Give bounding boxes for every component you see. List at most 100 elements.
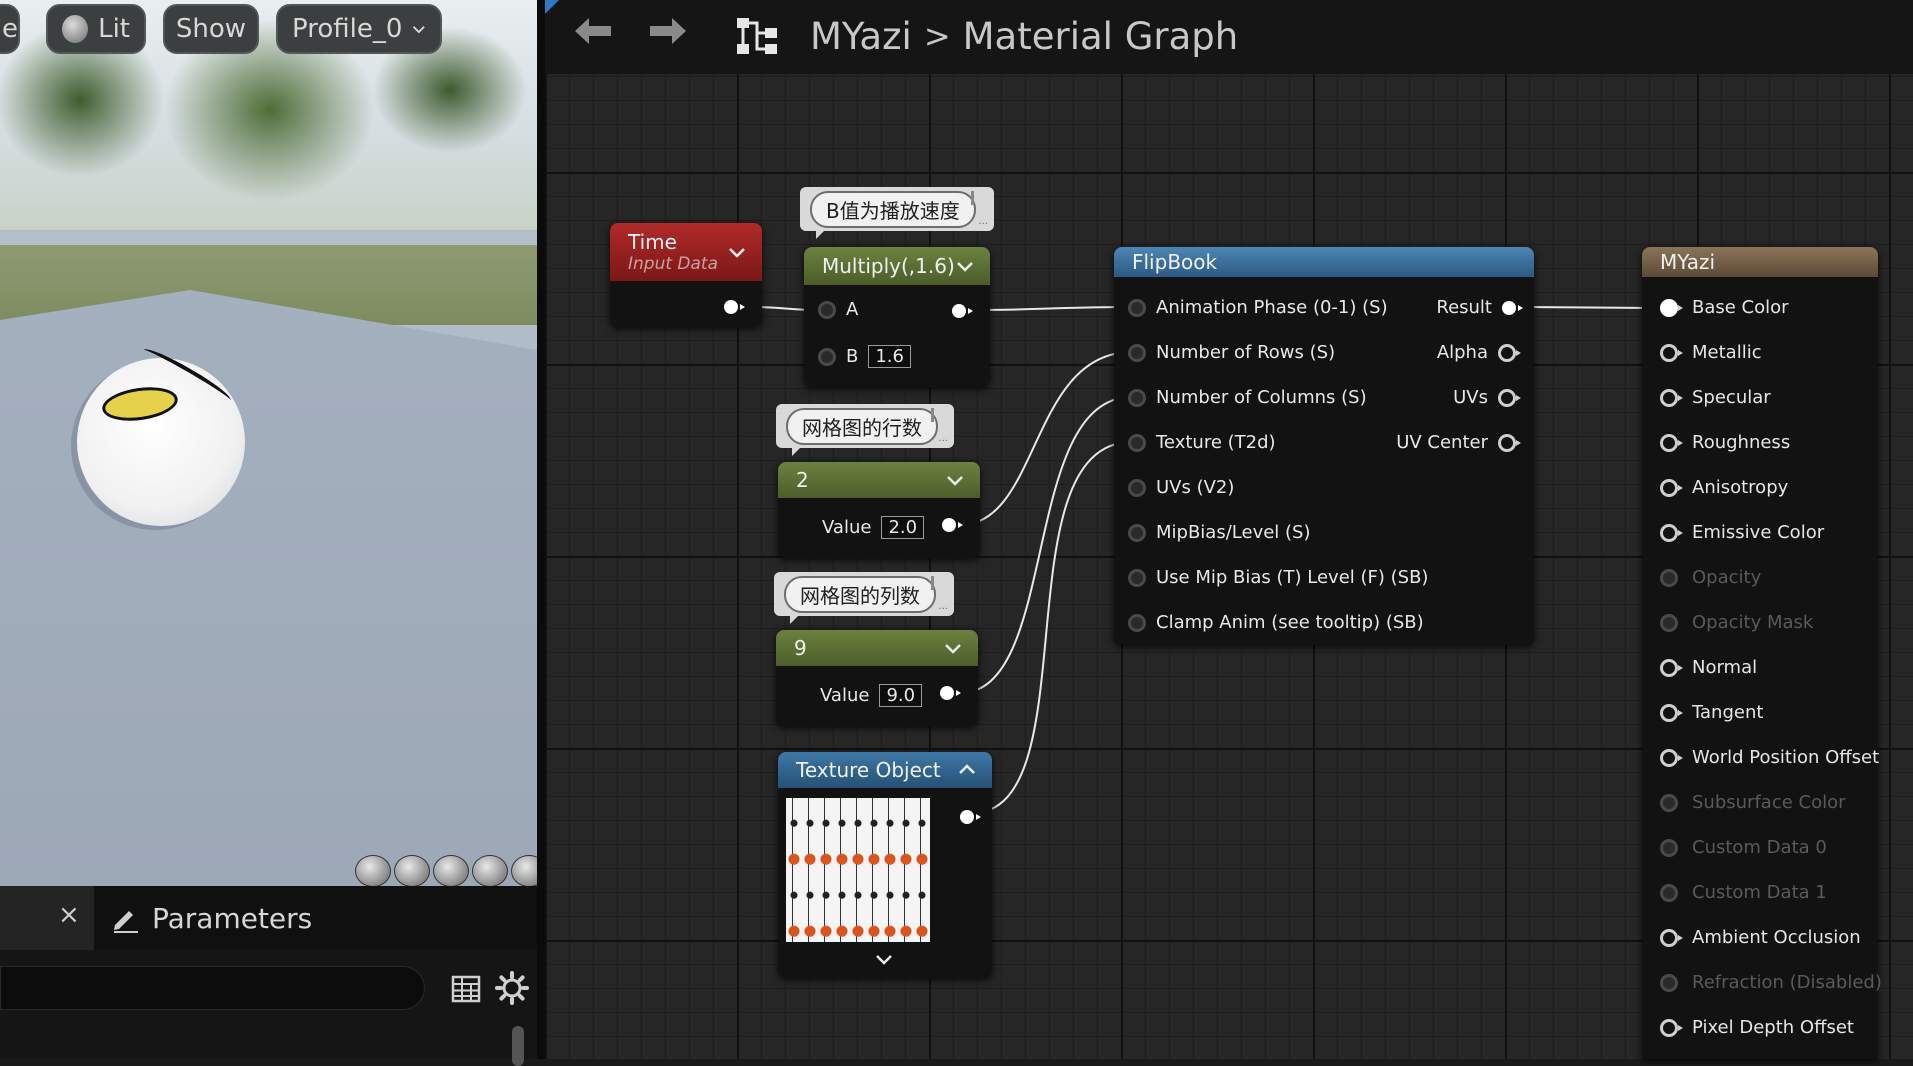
multiply-comment-bubble[interactable]: B值为播放速度 ... [800, 187, 994, 239]
time-output-pin[interactable] [724, 300, 745, 314]
parameters-scrollbar[interactable] [512, 1026, 524, 1066]
time-node[interactable]: Time Input Data [610, 223, 762, 327]
chevron-down-icon[interactable] [944, 469, 966, 491]
material-input-pin[interactable] [1660, 703, 1683, 722]
parameters-search-input[interactable] [1, 967, 448, 1009]
chevron-down-icon[interactable] [942, 637, 964, 659]
chevron-down-icon[interactable] [726, 241, 748, 263]
material-input-pin[interactable] [1660, 973, 1678, 992]
cylinder-preview-icon[interactable] [355, 855, 391, 886]
multiply-node[interactable]: Multiply(,1.6) A B 1.6 [804, 247, 990, 387]
material-input-pin[interactable] [1660, 838, 1678, 857]
flipbook-node[interactable]: FlipBook Animation Phase (0-1) (S) Number… [1114, 247, 1534, 645]
profile-label: Profile_0 [292, 14, 403, 44]
rows-value-label: Value [822, 517, 872, 538]
teapot-preview-icon[interactable] [511, 855, 537, 886]
multiply-comment-text: B值为播放速度 [810, 190, 976, 228]
plane-preview-icon[interactable] [433, 855, 469, 886]
material-input-pin[interactable] [1660, 343, 1683, 362]
flipbook-header[interactable]: FlipBook [1114, 247, 1534, 277]
material-input-pin[interactable] [1660, 748, 1683, 767]
forward-button[interactable] [645, 14, 691, 54]
texture-object-header[interactable]: Texture Object [778, 752, 992, 788]
texture-output-pin[interactable] [960, 810, 981, 824]
chevron-down-icon[interactable] [874, 952, 894, 968]
material-input-row: World Position Offset [1660, 747, 1879, 768]
flipbook-output-pin[interactable] [1502, 300, 1523, 315]
cols-value-field[interactable]: 9.0 [879, 684, 923, 707]
multiply-b-value-field[interactable]: 1.6 [868, 345, 911, 368]
tab-parameters[interactable]: Parameters [110, 886, 312, 950]
rows-comment-bubble[interactable]: 网格图的行数 ... [776, 404, 954, 456]
comment-more-icon[interactable]: ... [978, 216, 988, 227]
cols-constant-node[interactable]: 9 Value 9.0 [776, 630, 978, 726]
texture-object-node[interactable]: Texture Object [778, 752, 992, 978]
table-view-icon[interactable] [450, 973, 482, 1005]
material-input-row: Normal [1660, 657, 1757, 678]
profile-dropdown[interactable]: Profile_0 [276, 4, 442, 54]
multiply-input-a-label: A [846, 299, 859, 320]
material-input-pin[interactable] [1660, 928, 1683, 947]
flipbook-output-pin[interactable] [1498, 433, 1521, 452]
comment-more-icon[interactable]: ... [938, 601, 948, 612]
material-input-pin[interactable] [1660, 1018, 1683, 1037]
material-input-pin[interactable] [1660, 388, 1683, 407]
flipbook-input-pin[interactable] [1128, 613, 1146, 632]
material-input-pin[interactable] [1660, 433, 1683, 452]
material-input-row: Tangent [1660, 702, 1763, 723]
cols-constant-header[interactable]: 9 [776, 630, 978, 666]
flipbook-input-pin[interactable] [1128, 298, 1146, 317]
multiply-input-a-pin[interactable] [818, 300, 836, 319]
flipbook-input-pin[interactable] [1128, 388, 1146, 407]
cols-output-pin[interactable] [940, 686, 961, 700]
multiply-input-b-pin[interactable] [818, 347, 836, 366]
material-input-pin[interactable] [1660, 298, 1683, 317]
pin-icon[interactable] [971, 191, 988, 205]
material-preview-viewport[interactable]: e Lit Show Profile_0 [0, 0, 537, 886]
material-input-pin[interactable] [1660, 478, 1683, 497]
material-input-row: Emissive Color [1660, 522, 1824, 543]
rows-constant-node[interactable]: 2 Value 2.0 [778, 462, 980, 558]
rows-value-field[interactable]: 2.0 [881, 516, 925, 539]
material-input-pin[interactable] [1660, 883, 1678, 902]
material-result-header[interactable]: MYazi [1642, 247, 1878, 277]
material-input-pin[interactable] [1660, 793, 1678, 812]
flipbook-input-pin[interactable] [1128, 433, 1146, 452]
multiply-output-pin[interactable] [952, 304, 973, 318]
comment-more-icon[interactable]: ... [938, 433, 948, 444]
chevron-up-icon[interactable] [956, 759, 978, 781]
show-button[interactable]: Show [163, 4, 259, 54]
material-result-node[interactable]: MYazi Base Color Metallic Specular Roughnes… [1642, 247, 1882, 1059]
sphere-preview-icon[interactable] [394, 855, 430, 886]
material-input-pin[interactable] [1660, 658, 1683, 677]
rows-output-pin[interactable] [942, 518, 963, 532]
material-input-pin[interactable] [1660, 613, 1678, 632]
preview-sphere-beak [100, 382, 180, 426]
parameters-search-box[interactable] [0, 966, 448, 1010]
cube-preview-icon[interactable] [472, 855, 508, 886]
previous-tab[interactable]: × [0, 886, 94, 950]
breadcrumb-root[interactable]: MYazi [810, 15, 912, 58]
multiply-node-header[interactable]: Multiply(,1.6) [804, 247, 990, 285]
flipbook-output-pin[interactable] [1498, 343, 1521, 362]
material-input-label: Emissive Color [1692, 522, 1825, 543]
close-tab-icon[interactable]: × [58, 900, 80, 930]
time-node-header[interactable]: Time Input Data [610, 223, 762, 281]
pin-icon[interactable] [931, 576, 948, 590]
pin-icon[interactable] [931, 408, 948, 422]
material-input-pin[interactable] [1660, 568, 1678, 587]
flipbook-input-pin[interactable] [1128, 478, 1146, 497]
rows-constant-header[interactable]: 2 [778, 462, 980, 498]
flipbook-input-pin[interactable] [1128, 523, 1146, 542]
chevron-down-icon[interactable] [954, 255, 976, 277]
flipbook-output-pin[interactable] [1498, 388, 1521, 407]
material-input-pin[interactable] [1660, 523, 1683, 542]
back-button[interactable] [570, 14, 616, 54]
flipbook-input-pin[interactable] [1128, 568, 1146, 587]
cols-comment-bubble[interactable]: 网格图的列数 ... [774, 572, 954, 624]
gear-icon[interactable] [495, 971, 529, 1005]
lit-button[interactable]: Lit [46, 4, 146, 54]
flipbook-input-pin[interactable] [1128, 343, 1146, 362]
viewport-mode-button[interactable]: e [0, 4, 20, 54]
panel-splitter[interactable] [537, 0, 545, 1059]
